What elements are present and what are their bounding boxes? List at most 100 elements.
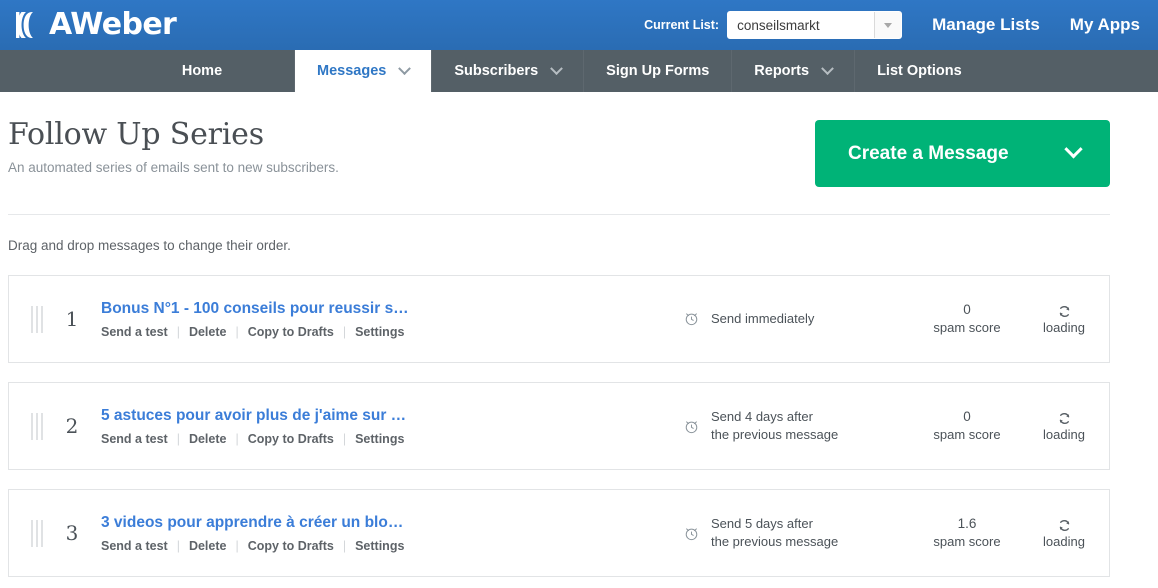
caret-glyph [884, 22, 893, 28]
chevron-down-icon [821, 61, 834, 75]
stat-label: loading [1043, 533, 1085, 549]
drag-handle-icon[interactable] [31, 305, 43, 333]
table-row[interactable]: 2 5 astuces pour avoir plus de j'aime su… [8, 382, 1110, 470]
stat-icon-wrap [1019, 304, 1109, 319]
spam-score: 1.6 spam score [915, 515, 1019, 551]
stat-label: loading [1043, 319, 1085, 335]
schedule-text: Send immediately [711, 311, 815, 327]
aweber-logo-icon [16, 11, 33, 39]
delete-link[interactable]: Delete [189, 539, 227, 553]
message-index: 3 [65, 521, 79, 545]
stat-label: loading [1043, 426, 1085, 442]
send-a-test-link[interactable]: Send a test [101, 325, 168, 339]
create-message-button[interactable]: Create a Message [815, 120, 1110, 187]
alarm-clock-icon [685, 313, 698, 326]
header-divider [8, 214, 1110, 215]
copy-to-drafts-link[interactable]: Copy to Drafts [248, 325, 334, 339]
action-separator: | [342, 539, 347, 554]
message-stat: loading [1019, 304, 1109, 335]
message-main: Bonus N°1 - 100 conseils pour reussir s…… [101, 299, 683, 339]
nav-item-subscribers[interactable]: Subscribers [432, 50, 585, 92]
message-actions: Send a test | Delete | Copy to Drafts | … [101, 539, 669, 553]
spam-score-label: spam score [933, 534, 1001, 550]
nav-item-home[interactable]: Home [110, 50, 295, 92]
message-actions: Send a test | Delete | Copy to Drafts | … [101, 432, 669, 446]
copy-to-drafts-link[interactable]: Copy to Drafts [248, 539, 334, 553]
main-navigation: Home Messages Subscribers Sign Up Forms … [0, 50, 1158, 92]
alarm-clock-icon [685, 420, 698, 433]
refresh-loading-icon [1059, 519, 1069, 531]
message-index: 1 [65, 307, 79, 331]
message-subject-link[interactable]: 3 videos pour apprendre à créer un blo… [101, 513, 669, 532]
page-header: Follow Up Series An automated series of … [8, 92, 1150, 187]
nav-label-subscribers: Subscribers [454, 63, 539, 79]
page-title: Follow Up Series [8, 117, 264, 152]
nav-label-list-options: List Options [877, 63, 962, 79]
message-main: 3 videos pour apprendre à créer un blo… … [101, 513, 683, 553]
message-stat: loading [1019, 411, 1109, 442]
table-row[interactable]: 1 Bonus N°1 - 100 conseils pour reussir … [8, 275, 1110, 363]
action-separator: | [235, 539, 239, 554]
settings-link[interactable]: Settings [355, 325, 404, 339]
send-a-test-link[interactable]: Send a test [101, 432, 168, 446]
page-header-text: Follow Up Series An automated series of … [8, 118, 815, 175]
nav-label-reports: Reports [754, 63, 810, 79]
alarm-clock-icon [685, 527, 698, 540]
message-actions: Send a test | Delete | Copy to Drafts | … [101, 325, 669, 339]
current-list-select[interactable]: conseilsmarkt [727, 11, 903, 39]
top-bar: AWeber Current List: conseilsmarkt Manag… [0, 0, 1158, 50]
chevron-down-icon[interactable] [874, 12, 902, 38]
nav-item-messages[interactable]: Messages [295, 50, 433, 92]
nav-item-list-options[interactable]: List Options [855, 50, 984, 92]
settings-link[interactable]: Settings [355, 432, 404, 446]
chevron-down-icon [398, 61, 412, 75]
manage-lists-link[interactable]: Manage Lists [932, 15, 1040, 35]
my-apps-link[interactable]: My Apps [1070, 15, 1140, 35]
table-row[interactable]: 3 3 videos pour apprendre à créer un blo… [8, 489, 1110, 577]
spam-score-value: 0 [963, 409, 971, 425]
action-separator: | [176, 539, 180, 554]
stat-icon-wrap [1019, 518, 1109, 533]
message-schedule: Send immediately [683, 310, 915, 328]
settings-link[interactable]: Settings [355, 539, 404, 553]
spam-score-value: 0 [963, 302, 971, 318]
delete-link[interactable]: Delete [189, 432, 227, 446]
create-message-label: Create a Message [848, 142, 1009, 164]
send-a-test-link[interactable]: Send a test [101, 539, 168, 553]
action-separator: | [235, 325, 239, 340]
message-subject-link[interactable]: Bonus N°1 - 100 conseils pour reussir s… [101, 299, 669, 318]
schedule-text: Send 5 days after the previous message [711, 516, 839, 549]
message-index: 2 [65, 414, 79, 438]
drag-drop-hint: Drag and drop messages to change their o… [8, 238, 291, 253]
page-content: Follow Up Series An automated series of … [0, 92, 1158, 577]
action-separator: | [342, 432, 347, 447]
spam-score-label: spam score [933, 320, 1001, 336]
copy-to-drafts-link[interactable]: Copy to Drafts [248, 432, 334, 446]
nav-label-messages: Messages [317, 63, 387, 79]
brand-name: AWeber [49, 7, 177, 42]
nav-item-reports[interactable]: Reports [732, 50, 856, 92]
spam-score: 0 spam score [915, 408, 1019, 444]
spam-score-value: 1.6 [957, 516, 977, 532]
delete-link[interactable]: Delete [189, 325, 227, 339]
message-subject-link[interactable]: 5 astuces pour avoir plus de j'aime sur … [101, 406, 669, 425]
nav-label-home: Home [181, 63, 223, 79]
drag-handle-icon[interactable] [31, 519, 43, 547]
brand-logo[interactable]: AWeber [14, 0, 177, 50]
chevron-down-icon [550, 61, 564, 75]
action-separator: | [235, 432, 239, 447]
current-list-value[interactable]: conseilsmarkt [728, 12, 875, 38]
stat-icon-wrap [1019, 411, 1109, 426]
message-main: 5 astuces pour avoir plus de j'aime sur … [101, 406, 683, 446]
schedule-text: Send 4 days after the previous message [711, 409, 839, 442]
drag-handle-icon[interactable] [31, 412, 43, 440]
refresh-loading-icon [1059, 412, 1069, 424]
action-separator: | [342, 325, 347, 340]
message-stat: loading [1019, 518, 1109, 549]
nav-item-sign-up-forms[interactable]: Sign Up Forms [584, 50, 733, 92]
action-separator: | [176, 325, 180, 340]
page-subtitle: An automated series of emails sent to ne… [8, 160, 339, 175]
message-schedule: Send 4 days after the previous message [683, 408, 915, 443]
action-separator: | [176, 432, 180, 447]
